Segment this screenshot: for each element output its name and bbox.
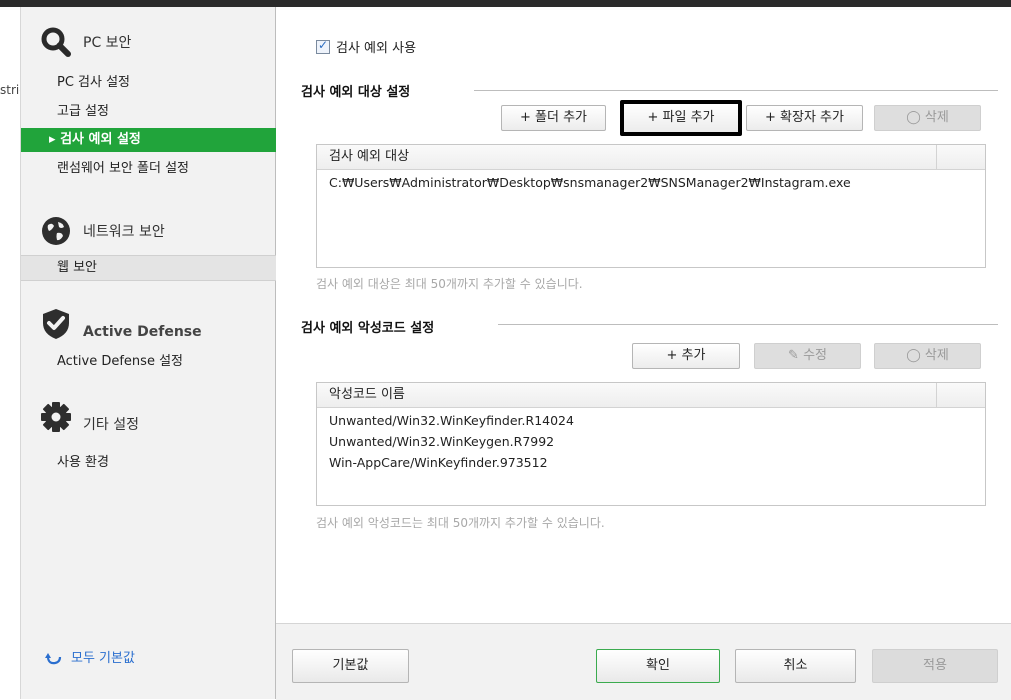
dialog-footer: 기본값 확인 취소 적용 — [276, 623, 1011, 700]
target-list-header[interactable]: 검사 예외 대상 — [317, 145, 985, 170]
malware-list[interactable]: 악성코드 이름 Unwanted/Win32.WinKeyfinder.R140… — [316, 382, 986, 506]
malware-limit-hint: 검사 예외 악성코드는 최대 50개까지 추가할 수 있습니다. — [316, 516, 605, 530]
reset-all-defaults-link[interactable]: 모두 기본값 — [45, 647, 135, 666]
window-top-border — [0, 0, 1011, 7]
malware-section-title: 검사 예외 악성코드 설정 — [301, 321, 435, 336]
settings-sidebar: PC 보안 PC 검사 설정 고급 설정 ▸ 검사 예외 설정 랜섬웨어 보안 … — [20, 7, 276, 699]
background-window-edge: stric — [0, 7, 26, 699]
list-item[interactable]: Unwanted/Win32.WinKeygen.R7992 — [317, 431, 985, 452]
sidebar-section-network-security[interactable]: 네트워크 보안 — [39, 214, 165, 248]
sidebar-item-web-security[interactable]: 웹 보안 — [21, 255, 276, 281]
sidebar-item-pc-scan-settings[interactable]: PC 검사 설정 — [21, 71, 276, 95]
search-icon — [39, 25, 73, 59]
add-folder-button[interactable]: + 폴더 추가 — [501, 105, 606, 131]
sidebar-item-label: 검사 예외 설정 — [60, 132, 141, 147]
pencil-icon: ✎ — [788, 348, 799, 363]
active-marker-icon: ▸ — [49, 132, 56, 147]
sidebar-section-title: 네트워크 보안 — [83, 224, 165, 240]
eraser-icon: ◯ — [906, 110, 921, 125]
sidebar-section-title: 기타 설정 — [83, 417, 139, 433]
target-section-title: 검사 예외 대상 설정 — [301, 85, 411, 100]
apply-button[interactable]: 적용 — [872, 649, 998, 683]
target-delete-button[interactable]: ◯ 삭제 — [874, 105, 981, 131]
delete-label: 삭제 — [924, 348, 949, 363]
add-extension-button[interactable]: + 확장자 추가 — [746, 105, 863, 131]
delete-label: 삭제 — [924, 110, 949, 125]
undo-arrow-icon — [45, 652, 62, 664]
list-item[interactable]: C:₩Users₩Administrator₩Desktop₩snsmanage… — [317, 172, 985, 193]
sidebar-item-advanced-settings[interactable]: 고급 설정 — [21, 100, 276, 124]
sidebar-item-active-defense-settings[interactable]: Active Defense 설정 — [21, 350, 276, 374]
reset-all-label: 모두 기본값 — [71, 651, 135, 666]
eraser-icon: ◯ — [906, 348, 921, 363]
globe-icon — [39, 214, 73, 248]
cancel-button[interactable]: 취소 — [735, 649, 856, 683]
sidebar-section-title: PC 보안 — [83, 35, 132, 51]
section-divider — [474, 90, 998, 91]
malware-edit-button[interactable]: ✎ 수정 — [754, 343, 861, 369]
ok-button[interactable]: 확인 — [596, 649, 720, 683]
sidebar-item-scan-exception-settings[interactable]: ▸ 검사 예외 설정 — [21, 128, 276, 152]
sidebar-item-usage-environment[interactable]: 사용 환경 — [21, 451, 276, 475]
malware-list-header[interactable]: 악성코드 이름 — [317, 383, 985, 408]
add-malware-button[interactable]: + 추가 — [632, 343, 740, 369]
shield-check-icon — [39, 307, 73, 341]
add-file-button[interactable]: + 파일 추가 — [620, 100, 742, 136]
target-list[interactable]: 검사 예외 대상 C:₩Users₩Administrator₩Desktop₩… — [316, 144, 986, 268]
main-panel: 검사 예외 사용 검사 예외 대상 설정 + 폴더 추가 + 파일 추가 + 확… — [276, 7, 1011, 700]
enable-exception-label: 검사 예외 사용 — [336, 41, 417, 56]
edit-label: 수정 — [803, 348, 827, 363]
sidebar-section-active-defense[interactable]: Active Defense — [39, 307, 202, 341]
list-item[interactable]: Unwanted/Win32.WinKeyfinder.R14024 — [317, 410, 985, 431]
sidebar-item-ransomware-folder-settings[interactable]: 랜섬웨어 보안 폴더 설정 — [21, 157, 276, 181]
enable-exception-checkbox-row[interactable]: 검사 예외 사용 — [316, 37, 416, 56]
malware-delete-button[interactable]: ◯ 삭제 — [874, 343, 981, 369]
enable-exception-checkbox[interactable] — [316, 38, 330, 54]
sidebar-section-other-settings[interactable]: 기타 설정 — [39, 400, 139, 434]
section-divider — [498, 324, 998, 325]
sidebar-section-title: Active Defense — [83, 324, 202, 340]
list-item[interactable]: Win-AppCare/WinKeyfinder.973512 — [317, 452, 985, 473]
gear-icon — [39, 400, 73, 434]
target-limit-hint: 검사 예외 대상은 최대 50개까지 추가할 수 있습니다. — [316, 277, 583, 291]
sidebar-section-pc-security[interactable]: PC 보안 — [39, 25, 131, 59]
default-button[interactable]: 기본값 — [292, 649, 409, 683]
